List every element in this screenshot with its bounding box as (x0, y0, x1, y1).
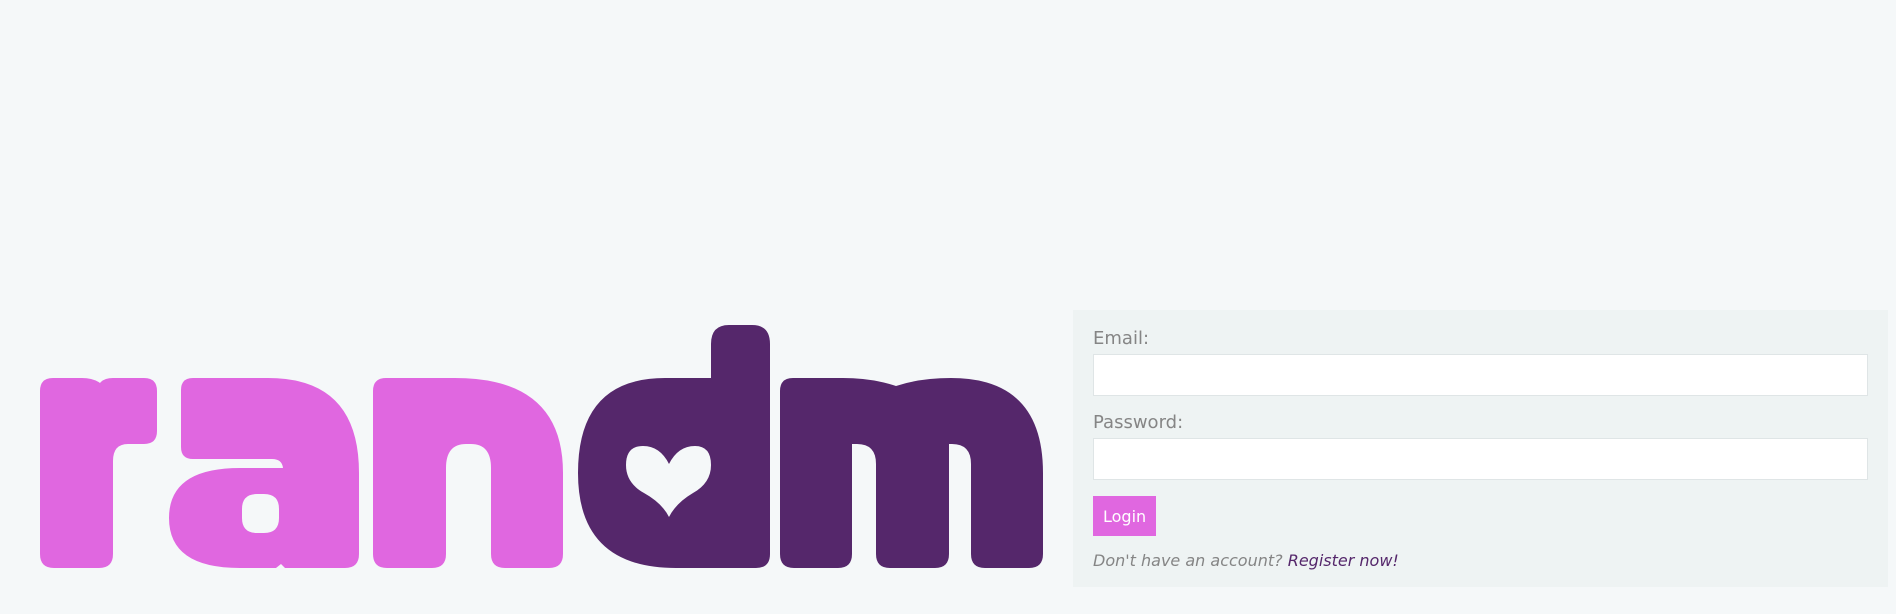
logo-pink-letters (40, 378, 563, 568)
randm-logo (40, 323, 1045, 571)
login-button[interactable]: Login (1093, 496, 1157, 536)
register-prompt-line: Don't have an account? Register now! (1093, 550, 1868, 572)
password-label: Password: (1093, 412, 1184, 433)
email-label: Email: (1093, 328, 1150, 349)
login-panel: Email: Password: Login Don't have an acc… (1073, 310, 1888, 587)
register-prompt: Don't have an account? (1093, 551, 1283, 570)
email-field[interactable] (1093, 354, 1868, 396)
password-field[interactable] (1093, 438, 1868, 480)
register-link[interactable]: Register now! (1288, 551, 1399, 570)
